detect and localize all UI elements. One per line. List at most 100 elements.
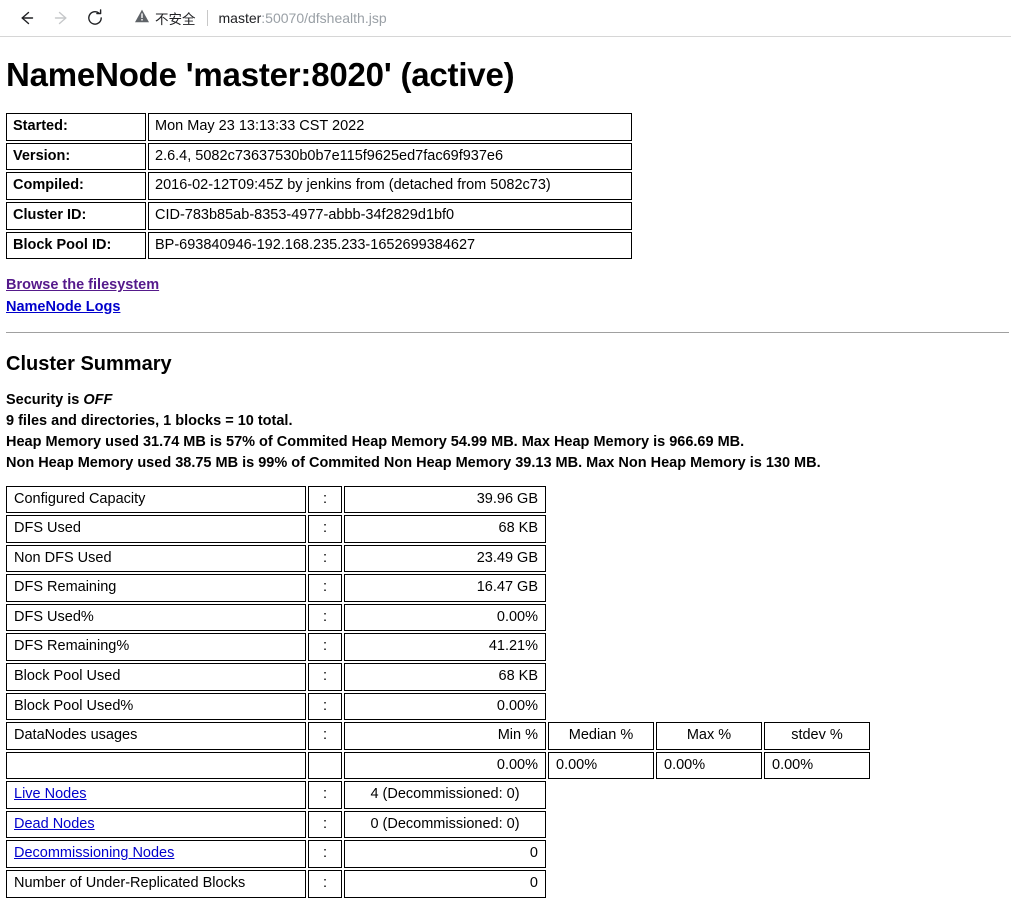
- stat-value: 68 KB: [344, 663, 546, 691]
- url-text[interactable]: master:50070/dfshealth.jsp: [219, 10, 387, 26]
- table-row: Number of Under-Replicated Blocks : 0: [6, 869, 870, 898]
- stat-value: 41.21%: [344, 633, 546, 662]
- stat-value: 0.00%: [344, 603, 546, 632]
- url-path: :50070/dfshealth.jsp: [261, 10, 387, 26]
- table-row: Cluster ID: CID-783b85ab-8353-4977-abbb-…: [6, 201, 632, 230]
- datanodes-usages-values-row: 0.00% 0.00% 0.00% 0.00%: [6, 751, 870, 780]
- browse-filesystem-link[interactable]: Browse the filesystem: [6, 275, 159, 297]
- usages-stdev-header: stdev %: [764, 722, 870, 750]
- info-value: Mon May 23 13:13:33 CST 2022: [148, 113, 632, 141]
- usages-stdev-value: 0.00%: [764, 751, 870, 780]
- stat-value: 68 KB: [344, 515, 546, 543]
- table-row: Block Pool Used : 68 KB: [6, 663, 870, 691]
- table-row: DFS Used% : 0.00%: [6, 603, 870, 632]
- stat-colon: :: [308, 692, 342, 721]
- warning-triangle-icon: [134, 8, 150, 29]
- stat-colon: :: [308, 781, 342, 809]
- dead-nodes-link[interactable]: Dead Nodes: [14, 816, 95, 832]
- stat-label: [6, 751, 306, 780]
- security-prefix: Security is: [6, 391, 84, 408]
- reload-button[interactable]: [78, 3, 112, 33]
- table-row: Dead Nodes : 0 (Decommissioned: 0): [6, 810, 870, 839]
- stat-label: Block Pool Used%: [6, 692, 306, 721]
- security-line: Security is OFF: [6, 390, 1005, 411]
- info-value: 2.6.4, 5082c73637530b0b7e115f9625ed7fac6…: [148, 142, 632, 171]
- stat-colon: :: [308, 869, 342, 898]
- info-key: Started:: [6, 113, 146, 141]
- security-status[interactable]: 不安全: [134, 8, 196, 29]
- live-nodes-cell[interactable]: Live Nodes: [6, 781, 306, 809]
- cluster-summary-title: Cluster Summary: [6, 352, 172, 375]
- forward-button[interactable]: [44, 3, 78, 33]
- stat-colon: :: [308, 574, 342, 602]
- under-replicated-blocks-label: Number of Under-Replicated Blocks: [6, 869, 306, 898]
- stat-label: DataNodes usages: [6, 722, 306, 750]
- live-nodes-link[interactable]: Live Nodes: [14, 786, 87, 802]
- datanodes-usages-header-row: DataNodes usages : Min % Median % Max % …: [6, 722, 870, 750]
- non-heap-memory-line: Non Heap Memory used 38.75 MB is 99% of …: [6, 454, 821, 471]
- security-label: 不安全: [155, 12, 196, 27]
- page-title: NameNode 'master:8020' (active): [6, 56, 515, 93]
- stat-colon: :: [308, 663, 342, 691]
- table-row: Non DFS Used : 23.49 GB: [6, 544, 870, 573]
- back-arrow-icon: [17, 8, 37, 28]
- decommissioning-nodes-cell[interactable]: Decommissioning Nodes: [6, 840, 306, 868]
- info-value: 2016-02-12T09:45Z by jenkins from (detac…: [148, 172, 632, 200]
- section-divider: [6, 331, 1009, 333]
- table-row: Version: 2.6.4, 5082c73637530b0b7e115f96…: [6, 142, 632, 171]
- table-row: Configured Capacity : 39.96 GB: [6, 485, 870, 514]
- cluster-stats-table: Configured Capacity : 39.96 GB DFS Used …: [4, 484, 872, 900]
- security-state: OFF: [83, 391, 113, 408]
- forward-arrow-icon: [51, 8, 71, 28]
- stat-label: DFS Used%: [6, 603, 306, 632]
- stat-label: Configured Capacity: [6, 485, 306, 514]
- stat-colon: :: [308, 722, 342, 750]
- usages-median-header: Median %: [548, 722, 654, 750]
- stat-colon: :: [308, 633, 342, 662]
- reload-icon: [85, 8, 105, 28]
- table-row: Decommissioning Nodes : 0: [6, 840, 870, 868]
- stat-colon: [308, 751, 342, 780]
- table-row: DFS Remaining : 16.47 GB: [6, 574, 870, 602]
- info-key: Cluster ID:: [6, 201, 146, 230]
- cluster-summary-text: Security is OFF 9 files and directories,…: [6, 390, 1005, 474]
- table-row: DFS Remaining% : 41.21%: [6, 633, 870, 662]
- decommissioning-nodes-value: 0: [344, 840, 546, 868]
- namenode-info-table: Started: Mon May 23 13:13:33 CST 2022 Ve…: [4, 111, 634, 261]
- usages-max-value: 0.00%: [656, 751, 762, 780]
- heap-memory-line: Heap Memory used 31.74 MB is 57% of Comm…: [6, 433, 745, 450]
- omnibox-divider: [206, 10, 208, 26]
- table-row: Live Nodes : 4 (Decommissioned: 0): [6, 781, 870, 809]
- namenode-logs-link[interactable]: NameNode Logs: [6, 297, 120, 319]
- stat-colon: :: [308, 544, 342, 573]
- table-row: DFS Used : 68 KB: [6, 515, 870, 543]
- stat-value: 39.96 GB: [344, 485, 546, 514]
- stat-colon: :: [308, 515, 342, 543]
- stat-value: 23.49 GB: [344, 544, 546, 573]
- stat-label: DFS Remaining: [6, 574, 306, 602]
- usages-min-value: 0.00%: [344, 751, 546, 780]
- info-key: Version:: [6, 142, 146, 171]
- stat-value: 16.47 GB: [344, 574, 546, 602]
- address-bar[interactable]: 不安全 master:50070/dfshealth.jsp: [122, 4, 1001, 32]
- stat-colon: :: [308, 603, 342, 632]
- info-key: Compiled:: [6, 172, 146, 200]
- table-row: Block Pool Used% : 0.00%: [6, 692, 870, 721]
- back-button[interactable]: [10, 3, 44, 33]
- table-row: Started: Mon May 23 13:13:33 CST 2022: [6, 113, 632, 141]
- usages-max-header: Max %: [656, 722, 762, 750]
- dead-nodes-cell[interactable]: Dead Nodes: [6, 810, 306, 839]
- stat-label: DFS Remaining%: [6, 633, 306, 662]
- browser-toolbar: 不安全 master:50070/dfshealth.jsp: [0, 0, 1011, 37]
- stat-label: Non DFS Used: [6, 544, 306, 573]
- stat-colon: :: [308, 810, 342, 839]
- live-nodes-value: 4 (Decommissioned: 0): [344, 781, 546, 809]
- info-value: BP-693840946-192.168.235.233-16526993846…: [148, 231, 632, 260]
- url-host: master: [218, 10, 262, 26]
- table-row: Compiled: 2016-02-12T09:45Z by jenkins f…: [6, 172, 632, 200]
- decommissioning-nodes-link[interactable]: Decommissioning Nodes: [14, 845, 174, 861]
- dead-nodes-value: 0 (Decommissioned: 0): [344, 810, 546, 839]
- stat-colon: :: [308, 485, 342, 514]
- under-replicated-blocks-value: 0: [344, 869, 546, 898]
- files-line: 9 files and directories, 1 blocks = 10 t…: [6, 412, 293, 429]
